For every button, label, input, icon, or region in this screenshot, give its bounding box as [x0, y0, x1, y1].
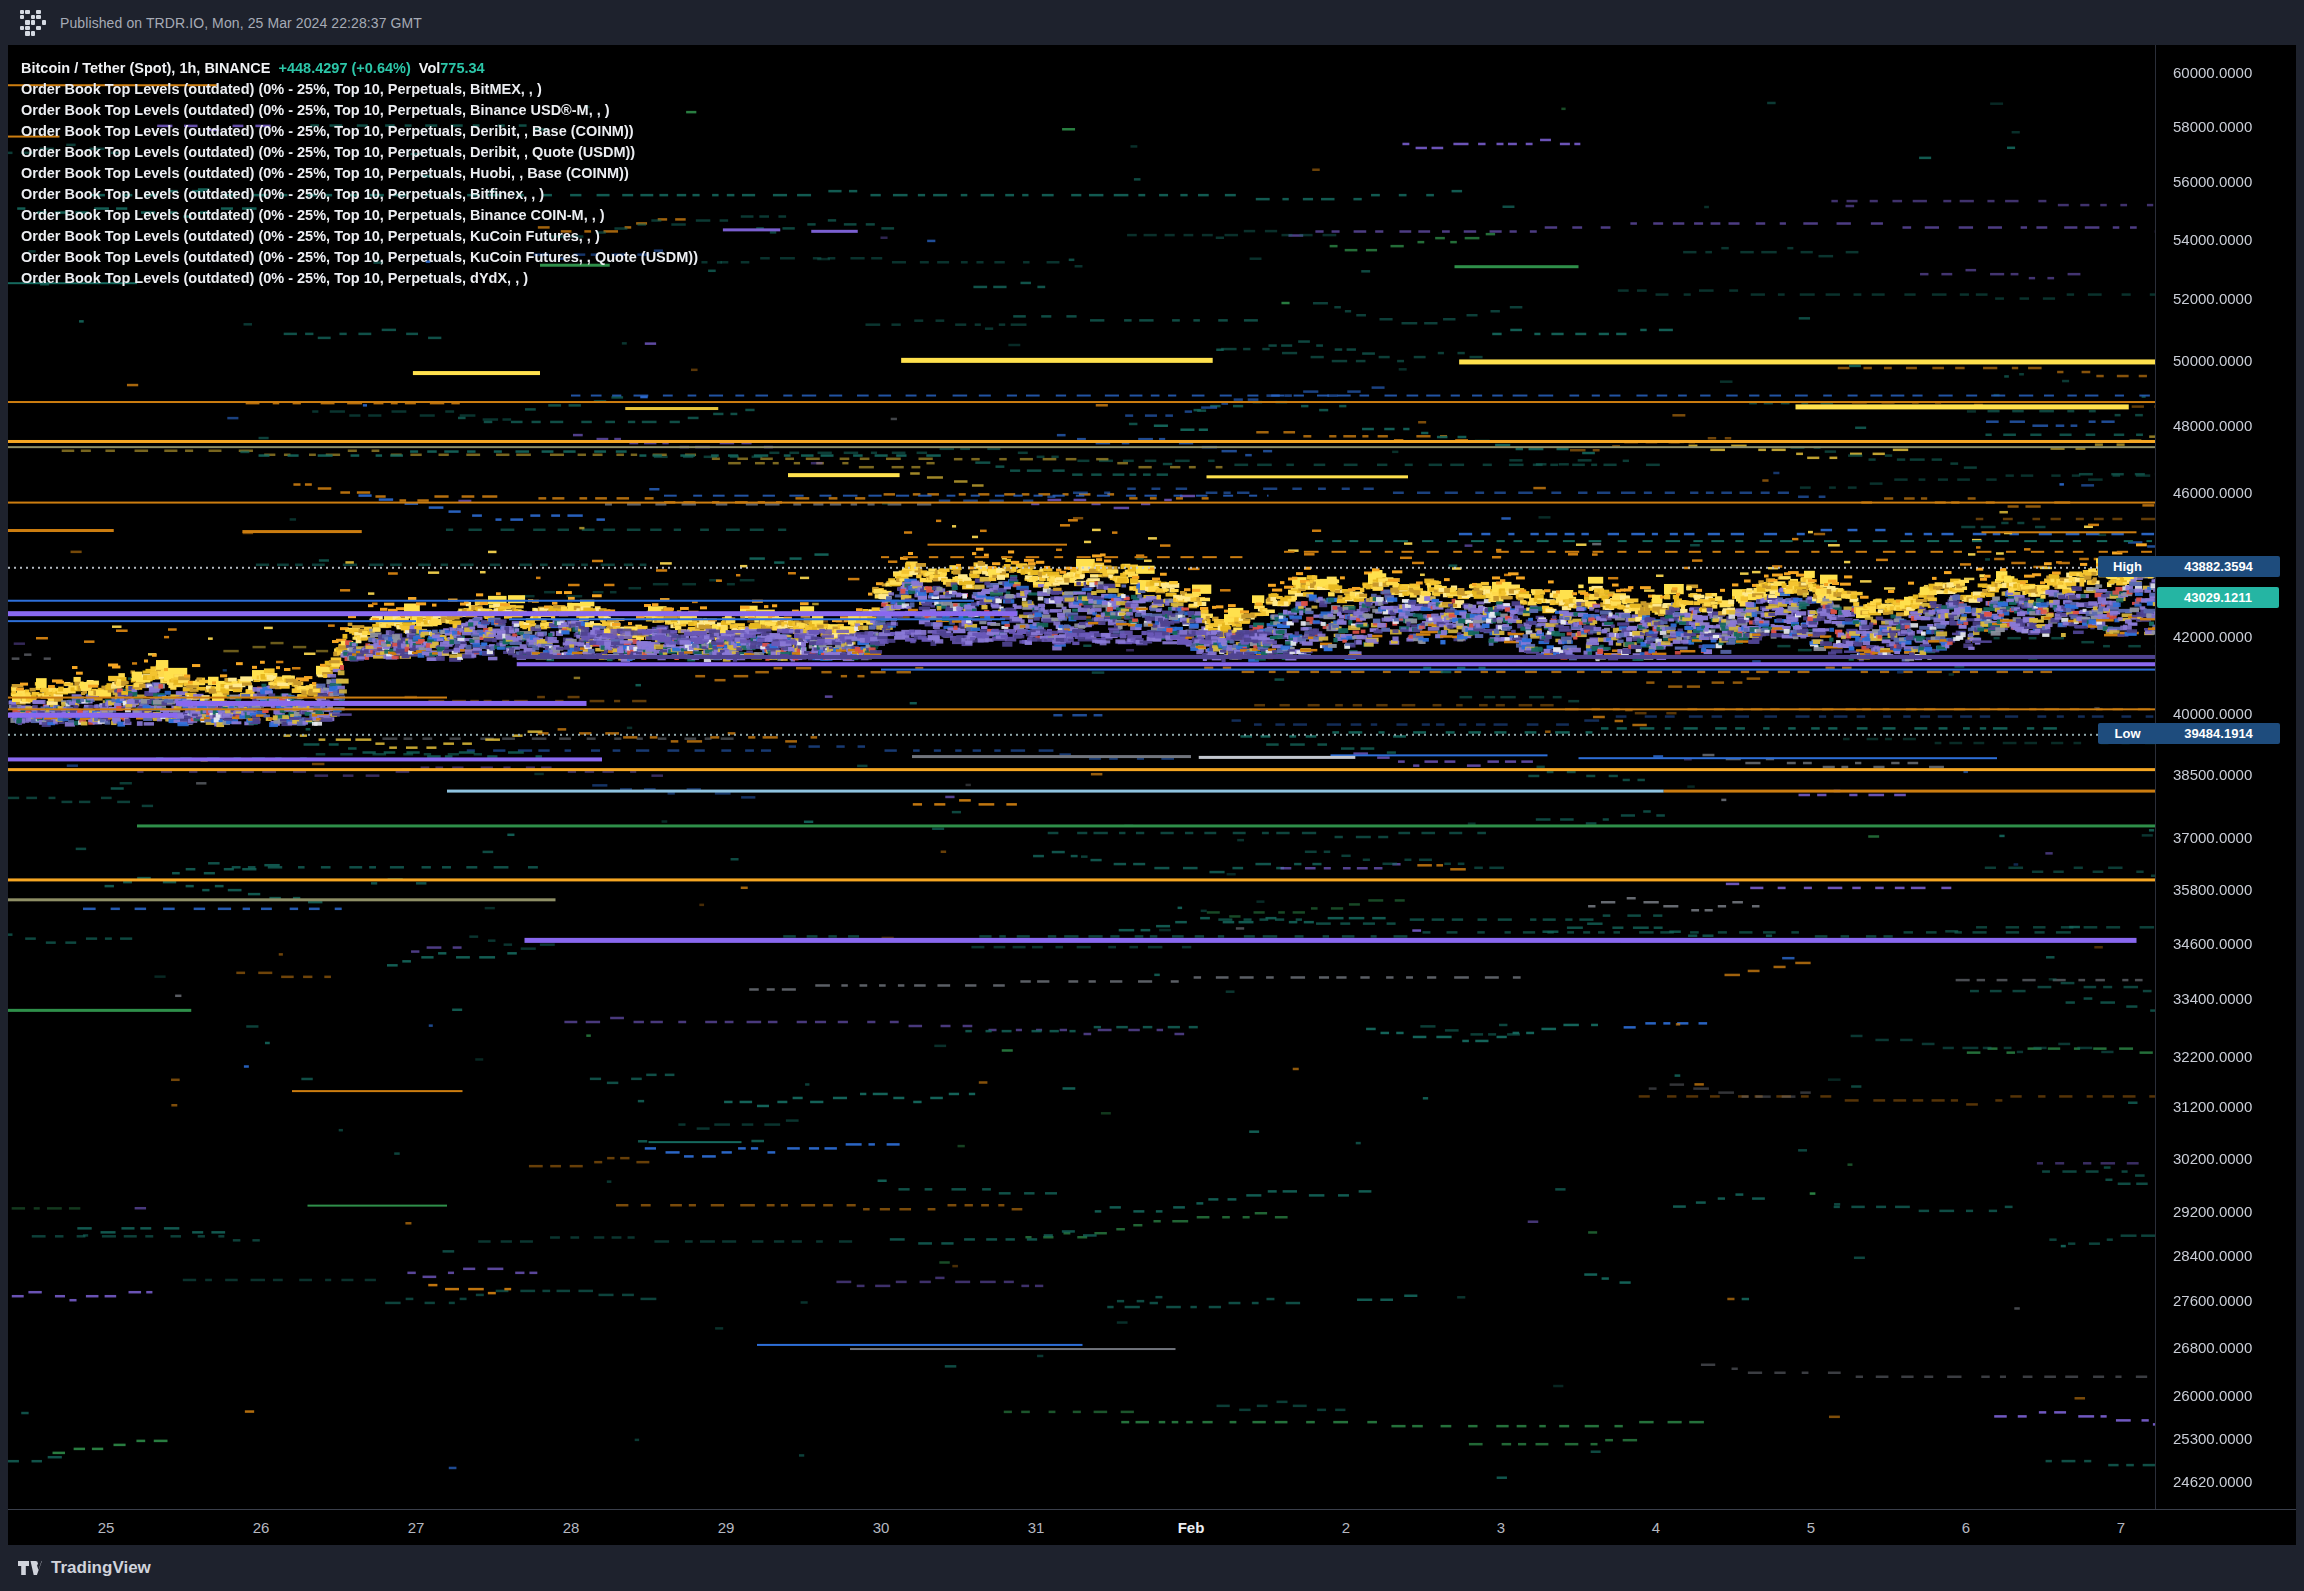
orderbook-legend-line[interactable]: Order Book Top Levels (outdated) (0% - 2…	[21, 163, 698, 184]
time-tick: 30	[873, 1519, 890, 1536]
price-tick: 56000.0000	[2173, 173, 2252, 190]
low-price-badge: Low 39484.1914	[2098, 723, 2280, 744]
price-tick: 29200.0000	[2173, 1203, 2252, 1220]
orderbook-legend-line[interactable]: Order Book Top Levels (outdated) (0% - 2…	[21, 121, 698, 142]
price-tick: 42000.0000	[2173, 628, 2252, 645]
tradingview-logo-icon[interactable]	[18, 1560, 44, 1576]
time-tick: 3	[1497, 1519, 1505, 1536]
orderbook-legend-line[interactable]: Order Book Top Levels (outdated) (0% - 2…	[21, 226, 698, 247]
time-tick: 7	[2117, 1519, 2125, 1536]
last-price-badge: 43029.1211	[2157, 587, 2279, 608]
trdr-logo-icon	[20, 10, 46, 36]
price-tick: 32200.0000	[2173, 1048, 2252, 1065]
price-tick: 40000.0000	[2173, 705, 2252, 722]
price-tick: 52000.0000	[2173, 290, 2252, 307]
time-tick: 27	[408, 1519, 425, 1536]
last-value: 43029.1211	[2157, 590, 2279, 605]
price-tick: 24620.0000	[2173, 1472, 2252, 1489]
low-label: Low	[2098, 726, 2157, 741]
price-tick: 54000.0000	[2173, 230, 2252, 247]
published-bar: Published on TRDR.IO, Mon, 25 Mar 2024 2…	[0, 0, 2304, 45]
price-tick: 27600.0000	[2173, 1292, 2252, 1309]
footer-bar: TradingView	[0, 1545, 2304, 1591]
price-tick: 58000.0000	[2173, 117, 2252, 134]
price-tick: 38500.0000	[2173, 765, 2252, 782]
time-tick: 2	[1342, 1519, 1350, 1536]
price-tick: 60000.0000	[2173, 63, 2252, 80]
high-label: High	[2098, 559, 2157, 574]
time-tick: 29	[718, 1519, 735, 1536]
tradingview-brand-text[interactable]: TradingView	[51, 1558, 151, 1578]
time-tick: Feb	[1178, 1519, 1205, 1536]
price-tick: 30200.0000	[2173, 1149, 2252, 1166]
price-tick: 48000.0000	[2173, 416, 2252, 433]
price-tick: 35800.0000	[2173, 880, 2252, 897]
chart-container: Bitcoin / Tether (Spot), 1h, BINANCE +44…	[8, 45, 2296, 1545]
published-text: Published on TRDR.IO, Mon, 25 Mar 2024 2…	[60, 15, 422, 31]
time-axis[interactable]: 25 26 27 28 29 30 31 Feb 2 3 4 5 6 7	[8, 1509, 2296, 1546]
time-tick: 5	[1807, 1519, 1815, 1536]
price-axis[interactable]: 60000.0000 58000.0000 56000.0000 54000.0000…	[2156, 45, 2296, 1509]
orderbook-legend-line[interactable]: Order Book Top Levels (outdated) (0% - 2…	[21, 205, 698, 226]
low-value: 39484.1914	[2157, 726, 2280, 741]
time-tick: 28	[563, 1519, 580, 1536]
price-change: +448.4297 (+0.64%)	[279, 60, 411, 76]
volume-value: 775.34	[440, 60, 484, 76]
orderbook-legend-line[interactable]: Order Book Top Levels (outdated) (0% - 2…	[21, 184, 698, 205]
price-tick: 34600.0000	[2173, 934, 2252, 951]
price-tick: 28400.0000	[2173, 1246, 2252, 1263]
high-price-badge: High 43882.3594	[2098, 556, 2280, 577]
price-tick: 25300.0000	[2173, 1429, 2252, 1446]
time-tick: 31	[1028, 1519, 1045, 1536]
orderbook-legend-line[interactable]: Order Book Top Levels (outdated) (0% - 2…	[21, 268, 698, 289]
high-value: 43882.3594	[2157, 559, 2280, 574]
symbol-title[interactable]: Bitcoin / Tether (Spot), 1h, BINANCE +44…	[21, 58, 698, 79]
time-tick: 4	[1652, 1519, 1660, 1536]
price-tick: 50000.0000	[2173, 352, 2252, 369]
orderbook-legend-line[interactable]: Order Book Top Levels (outdated) (0% - 2…	[21, 247, 698, 268]
time-tick: 26	[253, 1519, 270, 1536]
time-tick: 25	[98, 1519, 115, 1536]
orderbook-legend-line[interactable]: Order Book Top Levels (outdated) (0% - 2…	[21, 100, 698, 121]
orderbook-legend-line[interactable]: Order Book Top Levels (outdated) (0% - 2…	[21, 142, 698, 163]
price-tick: 26000.0000	[2173, 1386, 2252, 1403]
orderbook-legend-line[interactable]: Order Book Top Levels (outdated) (0% - 2…	[21, 79, 698, 100]
time-tick: 6	[1962, 1519, 1970, 1536]
price-tick: 37000.0000	[2173, 828, 2252, 845]
price-tick: 33400.0000	[2173, 990, 2252, 1007]
price-tick: 46000.0000	[2173, 484, 2252, 501]
price-tick: 31200.0000	[2173, 1098, 2252, 1115]
chart-legend: Bitcoin / Tether (Spot), 1h, BINANCE +44…	[21, 58, 698, 289]
price-tick: 26800.0000	[2173, 1338, 2252, 1355]
